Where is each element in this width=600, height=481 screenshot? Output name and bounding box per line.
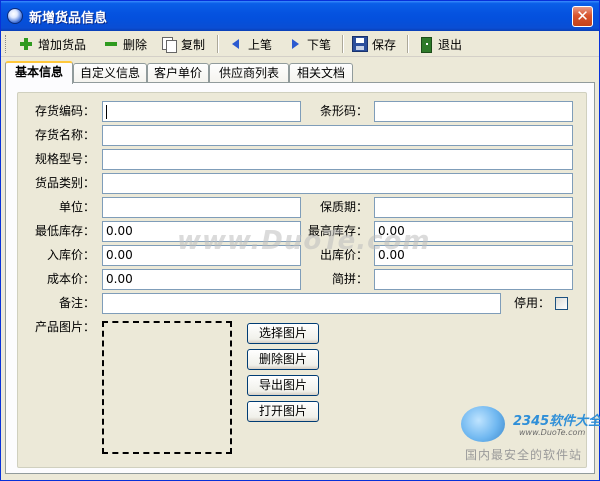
code-label: 存货编码：: [34, 104, 95, 118]
delete-button[interactable]: 删除: [100, 33, 150, 55]
toolbar-grip[interactable]: [5, 35, 8, 53]
code-input[interactable]: [102, 101, 301, 122]
toolbar: 增加货品 删除 复制 上笔 下笔 保存 退出: [1, 31, 599, 57]
name-input[interactable]: [102, 125, 573, 146]
tab-related-docs[interactable]: 相关文档: [289, 63, 353, 83]
close-button[interactable]: ✕: [572, 6, 593, 27]
save-label: 保存: [372, 37, 397, 52]
next-record-label: 下笔: [307, 37, 332, 52]
delete-label: 删除: [123, 37, 148, 52]
arrow-right-icon: [287, 36, 303, 52]
prev-record-label: 上笔: [248, 37, 273, 52]
pinyin-label: 简拼：: [331, 272, 368, 286]
unit-input[interactable]: [102, 197, 301, 218]
minus-icon: [103, 36, 119, 52]
cloud-logo-icon: [461, 406, 505, 442]
arrow-left-icon: [228, 36, 244, 52]
image-label: 产品图片：: [34, 320, 95, 334]
tab-custom-info[interactable]: 自定义信息: [73, 63, 147, 83]
copy-button[interactable]: 复制: [158, 33, 208, 55]
cost-price-label: 成本价：: [46, 272, 95, 286]
disabled-checkbox[interactable]: [555, 297, 568, 310]
add-item-label: 增加货品: [38, 37, 87, 52]
pinyin-input[interactable]: [374, 269, 573, 290]
window-title: 新增货品信息: [29, 11, 108, 26]
shelf-life-label: 保质期：: [319, 200, 368, 214]
tab-basic-info[interactable]: 基本信息: [5, 61, 73, 84]
select-image-button[interactable]: 选择图片: [247, 323, 319, 344]
floppy-disk-icon: [352, 36, 368, 52]
save-button[interactable]: 保存: [349, 33, 399, 55]
in-price-label: 入库价：: [46, 248, 95, 262]
plus-icon: [18, 36, 34, 52]
barcode-label: 条形码：: [319, 104, 368, 118]
delete-image-button[interactable]: 删除图片: [247, 349, 319, 370]
name-label: 存货名称：: [34, 128, 95, 142]
toolbar-separator: [342, 35, 344, 53]
watermark-text: www.DuoTe.com: [177, 226, 431, 256]
spec-label: 规格型号：: [34, 152, 95, 166]
shelf-life-input[interactable]: [374, 197, 573, 218]
exit-label: 退出: [438, 37, 463, 52]
toolbar-separator: [217, 35, 219, 53]
exit-button[interactable]: 退出: [415, 33, 465, 55]
close-icon: ✕: [576, 7, 589, 25]
cost-price-input[interactable]: 0.00: [102, 269, 301, 290]
spec-input[interactable]: [102, 149, 573, 170]
min-stock-label: 最低库存：: [34, 224, 95, 238]
barcode-input[interactable]: [374, 101, 573, 122]
prev-record-button[interactable]: 上笔: [225, 33, 275, 55]
remark-input[interactable]: [102, 293, 501, 314]
app-icon: [7, 8, 23, 24]
title-bar[interactable]: 新增货品信息 ✕: [1, 1, 599, 31]
unit-label: 单位：: [58, 200, 95, 214]
copy-label: 复制: [181, 37, 206, 52]
copy-icon: [161, 36, 177, 53]
disabled-label: 停用：: [513, 296, 550, 310]
logo-slogan: 国内最安全的软件站: [465, 448, 583, 462]
tab-supplier-list[interactable]: 供应商列表: [209, 63, 289, 83]
export-image-button[interactable]: 导出图片: [247, 375, 319, 396]
logo-url: www.DuoTe.com: [519, 428, 586, 437]
open-image-button[interactable]: 打开图片: [247, 401, 319, 422]
toolbar-separator: [407, 35, 409, 53]
next-record-button[interactable]: 下笔: [284, 33, 334, 55]
add-item-button[interactable]: 增加货品: [15, 33, 89, 55]
remark-label: 备注：: [58, 296, 95, 310]
dialog-window: 新增货品信息 ✕ 增加货品 删除 复制 上笔 下笔 保存 退出 基本信息 自定义…: [0, 0, 600, 481]
tab-customer-price[interactable]: 客户单价: [147, 63, 209, 83]
site-logo: 2345软件大全 www.DuoTe.com 国内最安全的软件站: [459, 406, 600, 476]
category-input[interactable]: [102, 173, 573, 194]
exit-door-icon: [418, 36, 434, 53]
logo-name: 2345软件大全: [513, 414, 600, 429]
product-image-box[interactable]: [102, 321, 232, 454]
category-label: 货品类别：: [34, 176, 95, 190]
